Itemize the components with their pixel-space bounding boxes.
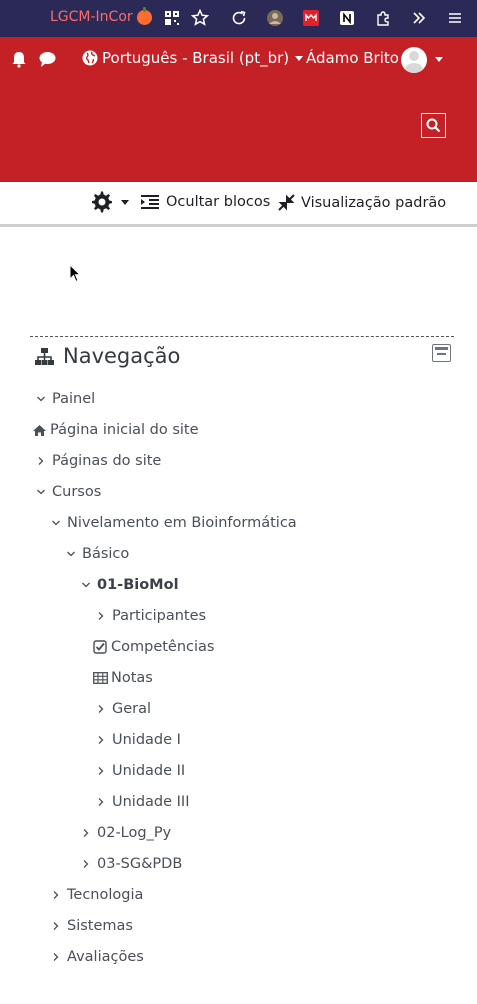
language-menu[interactable]: Português - Brasil (pt_br) [82, 49, 304, 67]
tree-item-sg-pdb[interactable]: 03-SG&PDB [78, 853, 182, 875]
tree-item-site-pages[interactable]: Páginas do site [33, 450, 161, 472]
chevron-right-icon [53, 922, 59, 930]
extension-avatar-icon[interactable] [265, 8, 285, 28]
browser-toolbar: LGCM-InCor [0, 0, 477, 37]
tree-item-label: Avaliações [67, 949, 144, 965]
chevron-right-icon [98, 767, 104, 775]
tree-item-label: Página inicial do site [50, 422, 199, 438]
tab-title[interactable]: LGCM-InCor [50, 9, 133, 25]
chevron-down-icon [37, 396, 45, 402]
tree-item-unidade-i[interactable]: Unidade I [93, 729, 181, 751]
avatar[interactable] [401, 47, 427, 73]
chevron-down-icon [37, 489, 45, 495]
tree-item-label: Básico [82, 546, 130, 562]
user-name: Ádamo Brito [306, 49, 399, 67]
tree-item-unidade-iii[interactable]: Unidade III [93, 791, 189, 813]
notion-icon[interactable] [337, 8, 357, 28]
checkbox-icon [93, 640, 107, 654]
block-controls-bar: Ocultar blocos Visualização padrão [0, 182, 477, 227]
extension-red-icon[interactable] [301, 8, 321, 28]
tree-item-label: Tecnologia [67, 887, 144, 903]
search-button[interactable] [421, 113, 446, 138]
hide-blocks-button[interactable]: Ocultar blocos [140, 194, 270, 210]
hide-blocks-label: Ocultar blocos [166, 194, 271, 210]
tree-item-label: Notas [111, 670, 153, 686]
chevron-right-icon [83, 829, 89, 837]
standard-view-label: Visualização padrão [301, 194, 447, 211]
chevron-down-icon [67, 551, 75, 557]
language-label: Português - Brasil (pt_br) [102, 49, 290, 67]
tree-item-unidade-ii[interactable]: Unidade II [93, 760, 185, 782]
tree-item-label: Páginas do site [52, 453, 162, 469]
tree-item-nivelamento[interactable]: Nivelamento em Bioinformática [48, 512, 297, 534]
chevron-down-icon[interactable] [435, 57, 443, 62]
bookmark-star-icon[interactable] [190, 8, 210, 28]
tree-item-label: Unidade II [112, 763, 186, 779]
notifications-bell-icon[interactable] [10, 50, 28, 72]
tree-item-label: 03-SG&PDB [97, 856, 183, 872]
chevron-right-icon [98, 612, 104, 620]
tree-item-tecnologia[interactable]: Tecnologia [48, 884, 143, 906]
compress-arrows-icon [278, 194, 295, 211]
tree-item-painel[interactable]: Painel [33, 388, 95, 410]
tree-item-label: Unidade III [112, 794, 190, 810]
home-icon [32, 424, 46, 436]
tree-item-grades[interactable]: Notas [92, 667, 153, 689]
chevron-right-icon [98, 798, 104, 806]
overflow-chevrons-icon[interactable] [409, 8, 429, 28]
chevron-down-icon [121, 199, 129, 205]
chevron-right-icon [98, 736, 104, 744]
mouse-cursor-icon [69, 264, 81, 283]
table-icon [92, 672, 108, 684]
tree-item-label: Geral [112, 701, 152, 717]
tree-item-label: 01-BioMol [97, 577, 179, 593]
standard-view-button[interactable]: Visualização padrão [278, 194, 446, 211]
tree-item-basico[interactable]: Básico [63, 543, 129, 565]
tree-item-label: Participantes [112, 608, 207, 624]
chevron-down-icon [295, 55, 304, 61]
tree-item-geral[interactable]: Geral [93, 698, 151, 720]
tree-item-avaliacoes[interactable]: Avaliações [48, 946, 144, 968]
navigation-title: Navegação [63, 344, 181, 368]
tomato-favicon-icon [137, 7, 152, 25]
tree-item-log-py[interactable]: 02-Log_Py [78, 822, 171, 844]
tree-item-courses[interactable]: Cursos [33, 481, 101, 503]
tree-item-sistemas[interactable]: Sistemas [48, 915, 133, 937]
navigation-block [30, 336, 454, 337]
reload-icon[interactable] [229, 8, 249, 28]
tree-item-label: Cursos [52, 484, 102, 500]
tree-item-label: Nivelamento em Bioinformática [67, 515, 297, 531]
chevron-right-icon [83, 860, 89, 868]
tree-item-competencies[interactable]: Competências [92, 636, 214, 658]
collapse-block-button[interactable] [432, 344, 451, 362]
site-navbar: Português - Brasil (pt_br) Ádamo Brito [0, 37, 477, 182]
settings-menu-button[interactable] [91, 191, 129, 213]
menu-icon[interactable] [445, 8, 465, 28]
user-menu[interactable]: Ádamo Brito [306, 49, 399, 67]
extensions-puzzle-icon[interactable] [373, 8, 393, 28]
chevron-right-icon [38, 457, 44, 465]
search-icon [426, 118, 441, 133]
chevron-right-icon [98, 705, 104, 713]
tree-item-participants[interactable]: Participantes [93, 605, 206, 627]
sitemap-icon [35, 347, 54, 365]
tree-item-biomol[interactable]: 01-BioMol [78, 574, 179, 596]
chevron-right-icon [53, 891, 59, 899]
chevron-right-icon [53, 953, 59, 961]
tree-item-label: Sistemas [67, 918, 133, 934]
gear-icon [92, 191, 112, 213]
globe-icon [82, 50, 98, 66]
messages-chat-icon[interactable] [38, 51, 57, 72]
tree-item-site-home[interactable]: Página inicial do site [31, 419, 199, 441]
tree-item-label: Unidade I [112, 732, 181, 748]
tree-item-label: Competências [111, 639, 215, 655]
chevron-down-icon [82, 582, 90, 588]
block-title: Navegação [34, 344, 180, 368]
tree-item-label: Painel [52, 391, 96, 407]
qr-icon[interactable] [162, 8, 182, 28]
chevron-down-icon [52, 520, 60, 526]
outdent-icon [141, 195, 159, 209]
tree-item-label: 02-Log_Py [97, 825, 172, 841]
